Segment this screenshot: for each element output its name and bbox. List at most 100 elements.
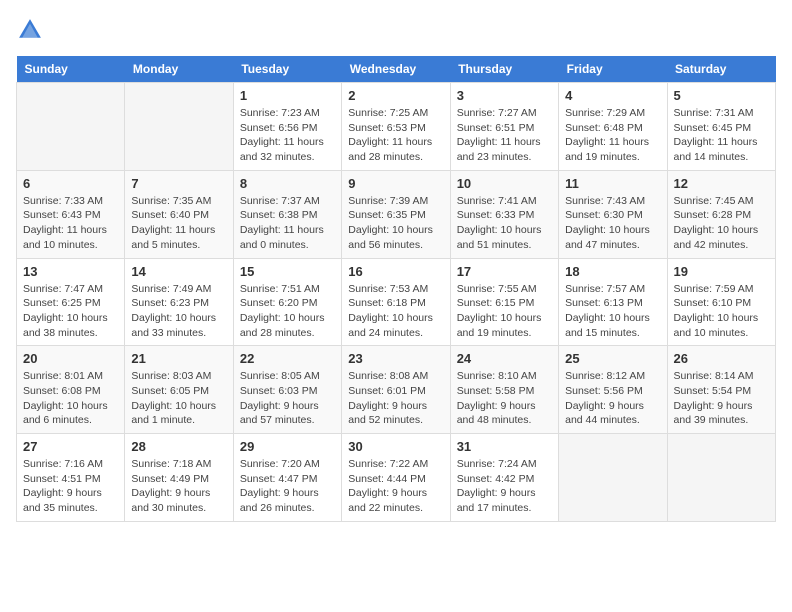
day-info: Sunrise: 7:43 AM Sunset: 6:30 PM Dayligh… [565, 194, 660, 253]
calendar-cell: 14 Sunrise: 7:49 AM Sunset: 6:23 PM Dayli… [125, 258, 233, 346]
calendar-cell: 15Sunrise: 7:51 AM Sunset: 6:20 PM Dayli… [233, 258, 341, 346]
day-info: Sunrise: 8:10 AM Sunset: 5:58 PM Dayligh… [457, 369, 552, 428]
day-number: 30 [348, 439, 443, 454]
day-info: Sunrise: 8:14 AM Sunset: 5:54 PM Dayligh… [674, 369, 769, 428]
day-info: Sunrise: 7:24 AM Sunset: 4:42 PM Dayligh… [457, 457, 552, 516]
calendar-cell: 10Sunrise: 7:41 AM Sunset: 6:33 PM Dayli… [450, 170, 558, 258]
day-number: 13 [23, 264, 118, 279]
weekday-header-saturday: Saturday [667, 56, 775, 83]
calendar-cell: 21Sunrise: 8:03 AM Sunset: 6:05 PM Dayli… [125, 346, 233, 434]
weekday-header-wednesday: Wednesday [342, 56, 450, 83]
calendar-cell: 8 Sunrise: 7:37 AM Sunset: 6:38 PM Daylig… [233, 170, 341, 258]
calendar-cell: 19Sunrise: 7:59 AM Sunset: 6:10 PM Dayli… [667, 258, 775, 346]
calendar-cell [667, 434, 775, 522]
day-info: Sunrise: 7:18 AM Sunset: 4:49 PM Dayligh… [131, 457, 226, 516]
calendar-cell: 24 Sunrise: 8:10 AM Sunset: 5:58 PM Dayli… [450, 346, 558, 434]
calendar-cell [559, 434, 667, 522]
day-info: Sunrise: 7:37 AM Sunset: 6:38 PM Dayligh… [240, 194, 335, 253]
day-info: Sunrise: 7:23 AM Sunset: 6:56 PM Dayligh… [240, 106, 335, 165]
day-number: 18 [565, 264, 660, 279]
calendar-week-3: 13 Sunrise: 7:47 AM Sunset: 6:25 PM Dayli… [17, 258, 776, 346]
day-info: Sunrise: 8:01 AM Sunset: 6:08 PM Dayligh… [23, 369, 118, 428]
day-number: 5 [674, 88, 769, 103]
day-info: Sunrise: 8:03 AM Sunset: 6:05 PM Dayligh… [131, 369, 226, 428]
day-info: Sunrise: 7:29 AM Sunset: 6:48 PM Dayligh… [565, 106, 660, 165]
calendar-cell: 9Sunrise: 7:39 AM Sunset: 6:35 PM Daylig… [342, 170, 450, 258]
day-number: 1 [240, 88, 335, 103]
day-info: Sunrise: 7:55 AM Sunset: 6:15 PM Dayligh… [457, 282, 552, 341]
day-number: 22 [240, 351, 335, 366]
calendar-week-5: 27Sunrise: 7:16 AM Sunset: 4:51 PM Dayli… [17, 434, 776, 522]
day-number: 24 [457, 351, 552, 366]
calendar-cell: 11 Sunrise: 7:43 AM Sunset: 6:30 PM Dayli… [559, 170, 667, 258]
weekday-header-monday: Monday [125, 56, 233, 83]
day-info: Sunrise: 8:12 AM Sunset: 5:56 PM Dayligh… [565, 369, 660, 428]
day-number: 25 [565, 351, 660, 366]
day-info: Sunrise: 8:08 AM Sunset: 6:01 PM Dayligh… [348, 369, 443, 428]
calendar-cell: 25 Sunrise: 8:12 AM Sunset: 5:56 PM Dayli… [559, 346, 667, 434]
calendar-cell: 29 Sunrise: 7:20 AM Sunset: 4:47 PM Dayli… [233, 434, 341, 522]
calendar-cell: 3 Sunrise: 7:27 AM Sunset: 6:51 PM Daylig… [450, 83, 558, 171]
day-number: 2 [348, 88, 443, 103]
day-number: 23 [348, 351, 443, 366]
day-info: Sunrise: 7:33 AM Sunset: 6:43 PM Dayligh… [23, 194, 118, 253]
day-number: 29 [240, 439, 335, 454]
calendar-cell: 30 Sunrise: 7:22 AM Sunset: 4:44 PM Dayli… [342, 434, 450, 522]
calendar-table: SundayMondayTuesdayWednesdayThursdayFrid… [16, 56, 776, 522]
day-number: 3 [457, 88, 552, 103]
calendar-cell: 28 Sunrise: 7:18 AM Sunset: 4:49 PM Dayli… [125, 434, 233, 522]
calendar-week-1: 1 Sunrise: 7:23 AM Sunset: 6:56 PM Daylig… [17, 83, 776, 171]
day-number: 26 [674, 351, 769, 366]
logo [16, 16, 50, 44]
day-info: Sunrise: 7:59 AM Sunset: 6:10 PM Dayligh… [674, 282, 769, 341]
day-info: Sunrise: 7:49 AM Sunset: 6:23 PM Dayligh… [131, 282, 226, 341]
day-info: Sunrise: 7:20 AM Sunset: 4:47 PM Dayligh… [240, 457, 335, 516]
day-number: 16 [348, 264, 443, 279]
calendar-cell: 16 Sunrise: 7:53 AM Sunset: 6:18 PM Dayli… [342, 258, 450, 346]
day-number: 14 [131, 264, 226, 279]
day-number: 12 [674, 176, 769, 191]
calendar-cell: 20 Sunrise: 8:01 AM Sunset: 6:08 PM Dayli… [17, 346, 125, 434]
weekday-header-tuesday: Tuesday [233, 56, 341, 83]
calendar-cell: 17 Sunrise: 7:55 AM Sunset: 6:15 PM Dayli… [450, 258, 558, 346]
day-info: Sunrise: 7:27 AM Sunset: 6:51 PM Dayligh… [457, 106, 552, 165]
day-number: 17 [457, 264, 552, 279]
calendar-cell: 26 Sunrise: 8:14 AM Sunset: 5:54 PM Dayli… [667, 346, 775, 434]
day-info: Sunrise: 7:35 AM Sunset: 6:40 PM Dayligh… [131, 194, 226, 253]
day-number: 6 [23, 176, 118, 191]
day-info: Sunrise: 7:57 AM Sunset: 6:13 PM Dayligh… [565, 282, 660, 341]
calendar-cell [17, 83, 125, 171]
weekday-header-thursday: Thursday [450, 56, 558, 83]
calendar-cell: 13 Sunrise: 7:47 AM Sunset: 6:25 PM Dayli… [17, 258, 125, 346]
day-info: Sunrise: 7:45 AM Sunset: 6:28 PM Dayligh… [674, 194, 769, 253]
calendar-week-2: 6 Sunrise: 7:33 AM Sunset: 6:43 PM Daylig… [17, 170, 776, 258]
day-number: 31 [457, 439, 552, 454]
logo-icon [16, 16, 44, 44]
calendar-cell: 27Sunrise: 7:16 AM Sunset: 4:51 PM Dayli… [17, 434, 125, 522]
day-number: 4 [565, 88, 660, 103]
calendar-cell: 2 Sunrise: 7:25 AM Sunset: 6:53 PM Daylig… [342, 83, 450, 171]
calendar-cell: 31 Sunrise: 7:24 AM Sunset: 4:42 PM Dayli… [450, 434, 558, 522]
day-info: Sunrise: 7:22 AM Sunset: 4:44 PM Dayligh… [348, 457, 443, 516]
day-info: Sunrise: 7:25 AM Sunset: 6:53 PM Dayligh… [348, 106, 443, 165]
calendar-cell: 4 Sunrise: 7:29 AM Sunset: 6:48 PM Daylig… [559, 83, 667, 171]
day-number: 10 [457, 176, 552, 191]
calendar-cell: 12 Sunrise: 7:45 AM Sunset: 6:28 PM Dayli… [667, 170, 775, 258]
day-info: Sunrise: 7:47 AM Sunset: 6:25 PM Dayligh… [23, 282, 118, 341]
day-number: 7 [131, 176, 226, 191]
calendar-cell [125, 83, 233, 171]
day-number: 8 [240, 176, 335, 191]
day-info: Sunrise: 8:05 AM Sunset: 6:03 PM Dayligh… [240, 369, 335, 428]
calendar-cell: 22 Sunrise: 8:05 AM Sunset: 6:03 PM Dayli… [233, 346, 341, 434]
day-number: 9 [348, 176, 443, 191]
day-info: Sunrise: 7:51 AM Sunset: 6:20 PM Dayligh… [240, 282, 335, 341]
calendar-cell: 7 Sunrise: 7:35 AM Sunset: 6:40 PM Daylig… [125, 170, 233, 258]
calendar-cell: 6 Sunrise: 7:33 AM Sunset: 6:43 PM Daylig… [17, 170, 125, 258]
day-number: 11 [565, 176, 660, 191]
day-number: 28 [131, 439, 226, 454]
calendar-cell: 18 Sunrise: 7:57 AM Sunset: 6:13 PM Dayli… [559, 258, 667, 346]
calendar-header-row: SundayMondayTuesdayWednesdayThursdayFrid… [17, 56, 776, 83]
day-info: Sunrise: 7:31 AM Sunset: 6:45 PM Dayligh… [674, 106, 769, 165]
day-number: 20 [23, 351, 118, 366]
day-info: Sunrise: 7:53 AM Sunset: 6:18 PM Dayligh… [348, 282, 443, 341]
